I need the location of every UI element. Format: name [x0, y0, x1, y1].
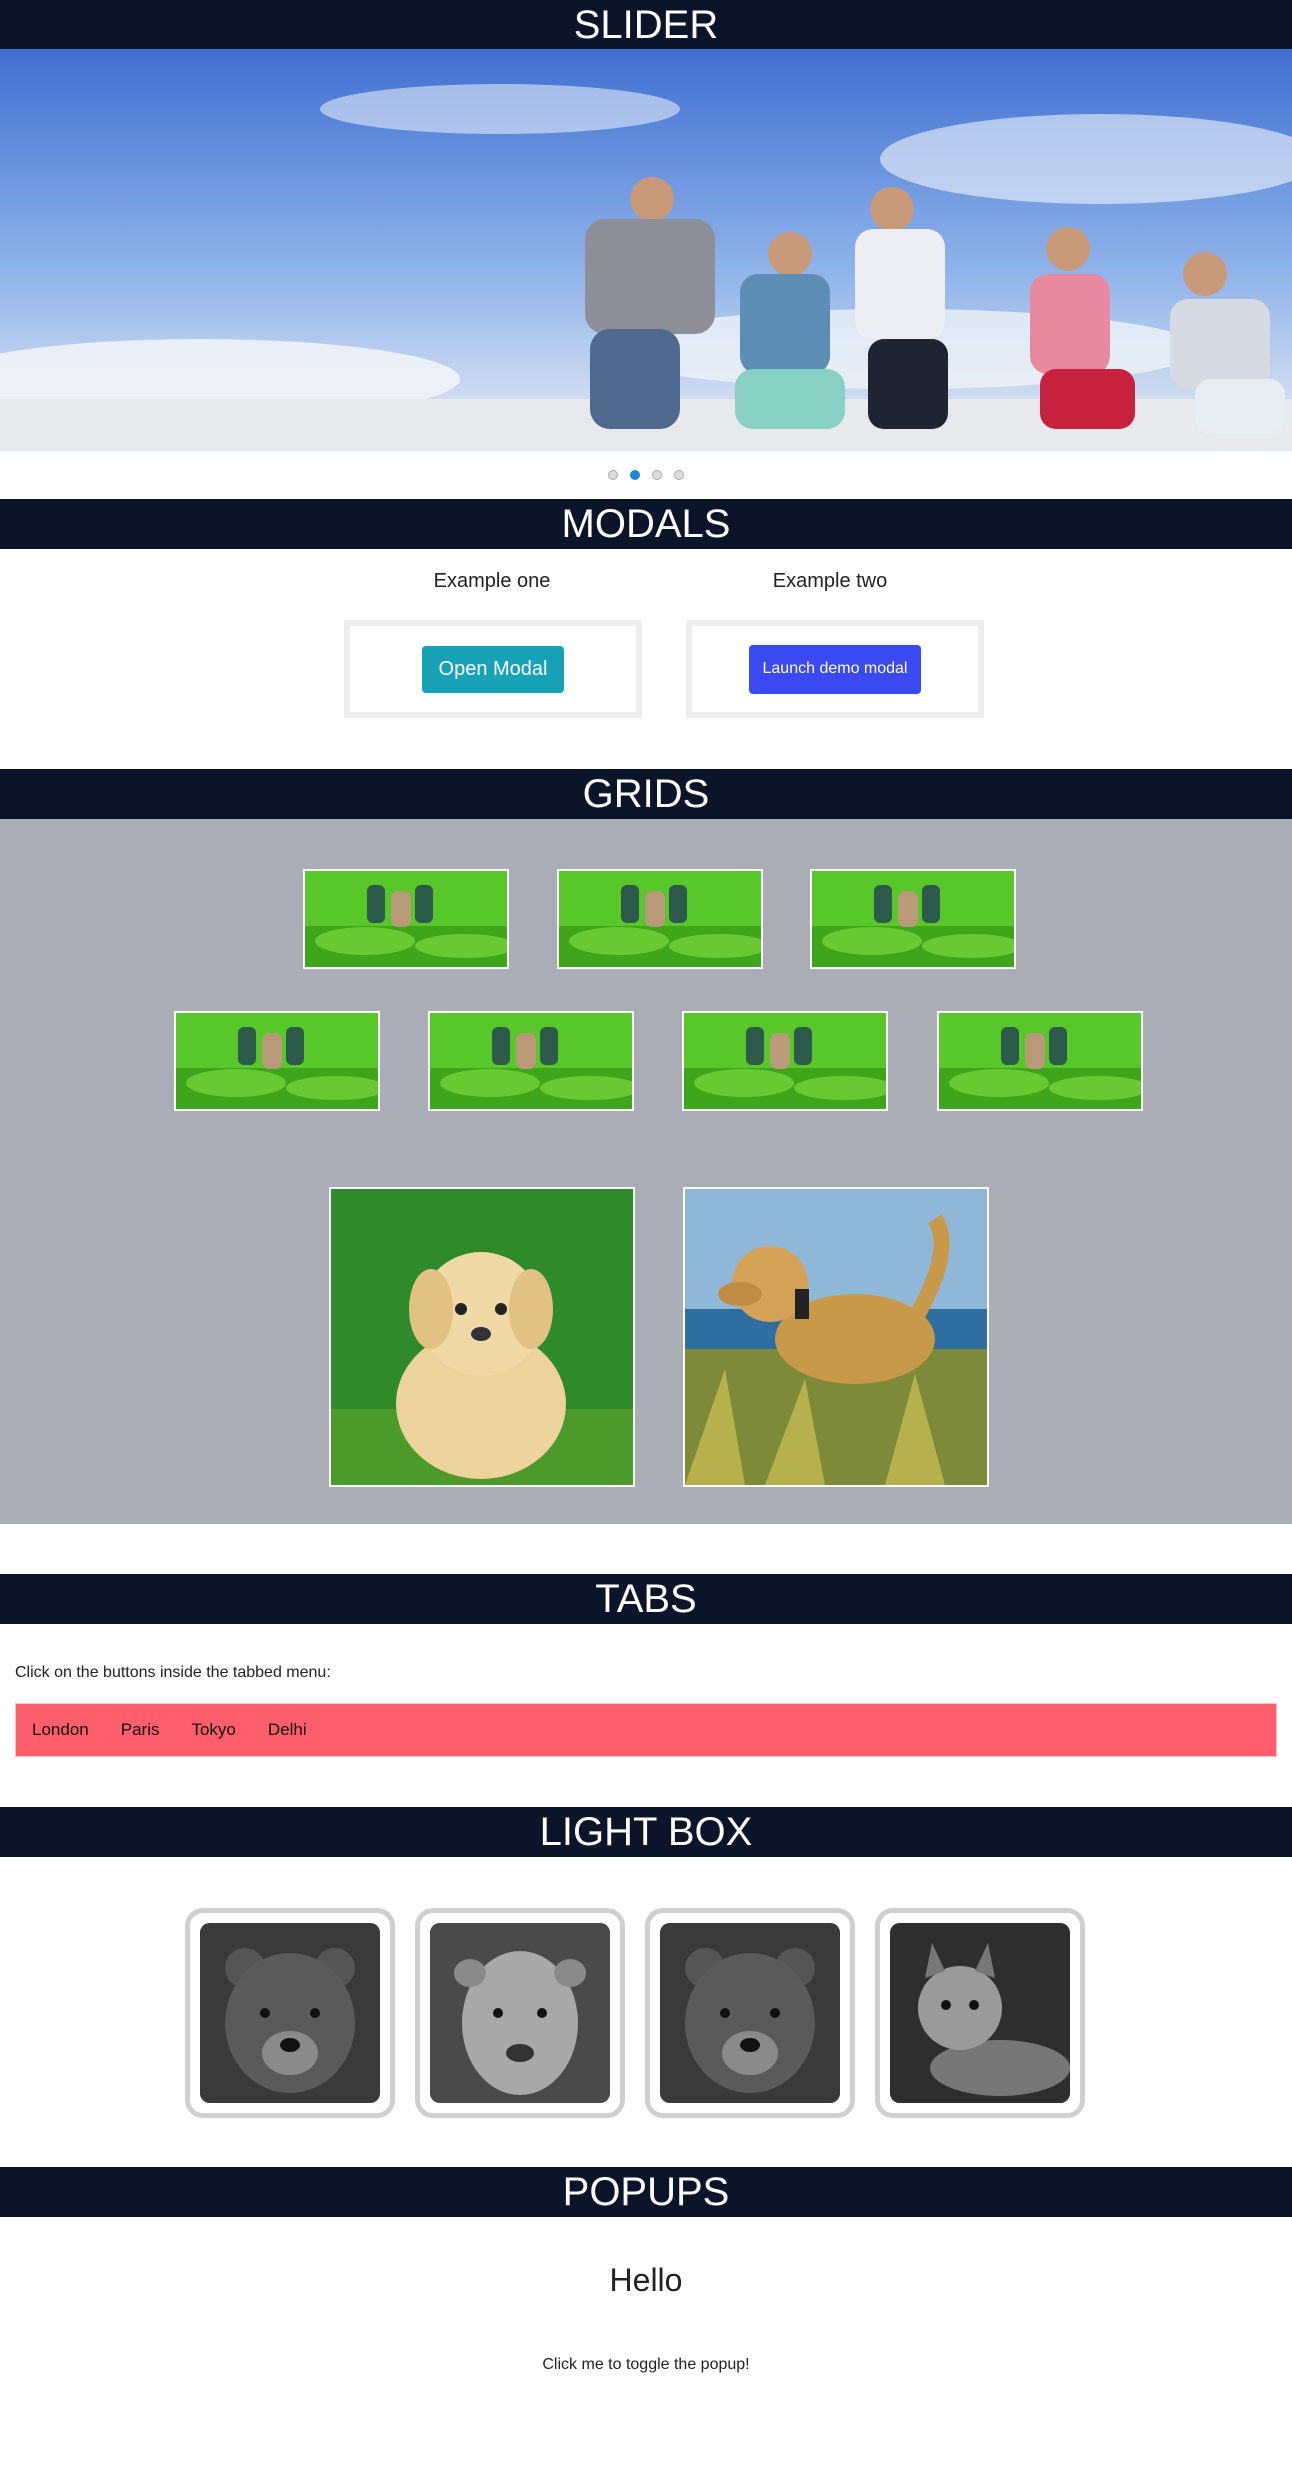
tab-delhi[interactable]: Delhi	[252, 1703, 323, 1757]
launch-demo-modal-button[interactable]: Launch demo modal	[748, 644, 922, 694]
example-two-label: Example two	[772, 570, 888, 592]
tabs-description: Click on the buttons inside the tabbed m…	[15, 1664, 331, 1681]
kitten-grid-image-4	[174, 1011, 380, 1111]
popup-toggle-text[interactable]: Click me to toggle the popup!	[0, 2356, 1292, 2374]
popups-section-title: POPUPS	[0, 2167, 1292, 2217]
open-modal-button[interactable]: Open Modal	[421, 645, 565, 693]
slider-section-title: SLIDER	[0, 0, 1292, 50]
lightbox-lynx-image-thumbnail	[890, 1923, 1070, 2103]
slider-dots	[0, 467, 1292, 485]
popup-heading: Hello	[609, 2262, 683, 2298]
puppy-image	[329, 1187, 635, 1487]
lightbox-bear-image-2[interactable]	[645, 1908, 855, 2118]
grids-section-title: GRIDS	[0, 769, 1292, 819]
kitten-grid-image-7	[937, 1011, 1143, 1111]
slider-dot-1[interactable]	[608, 470, 618, 480]
grids-panel	[0, 819, 1292, 1524]
kitten-grid-image-6	[682, 1011, 888, 1111]
lightbox-bear-image-2-thumbnail	[660, 1923, 840, 2103]
lightbox-bear-image-1[interactable]	[185, 1908, 395, 2118]
lightbox-bear-image-1-thumbnail	[200, 1923, 380, 2103]
tab-london[interactable]: London	[16, 1703, 105, 1757]
tabs-section-title: TABS	[0, 1574, 1292, 1624]
example-one-label: Example one	[433, 570, 551, 592]
tab-paris[interactable]: Paris	[105, 1703, 176, 1757]
lightbox-lioness-image[interactable]	[415, 1908, 625, 2118]
lightbox-lynx-image[interactable]	[875, 1908, 1085, 2118]
modals-section-title: MODALS	[0, 499, 1292, 549]
lightbox-lioness-image-thumbnail	[430, 1923, 610, 2103]
slider-dot-2[interactable]	[630, 470, 640, 480]
lightbox-section-title: LIGHT BOX	[0, 1807, 1292, 1857]
slider-dot-4[interactable]	[674, 470, 684, 480]
golden-retriever-image	[683, 1187, 989, 1487]
kitten-grid-image-3	[810, 869, 1016, 969]
tab-bar: London Paris Tokyo Delhi	[15, 1703, 1277, 1757]
example-one-box: Open Modal	[344, 620, 642, 718]
slider-image[interactable]	[0, 49, 1292, 451]
kitten-grid-image-1	[303, 869, 509, 969]
example-two-box: Launch demo modal	[686, 620, 984, 718]
tab-tokyo[interactable]: Tokyo	[175, 1703, 251, 1757]
kitten-grid-image-5	[428, 1011, 634, 1111]
slider-dot-3[interactable]	[652, 470, 662, 480]
kitten-grid-image-2	[557, 869, 763, 969]
